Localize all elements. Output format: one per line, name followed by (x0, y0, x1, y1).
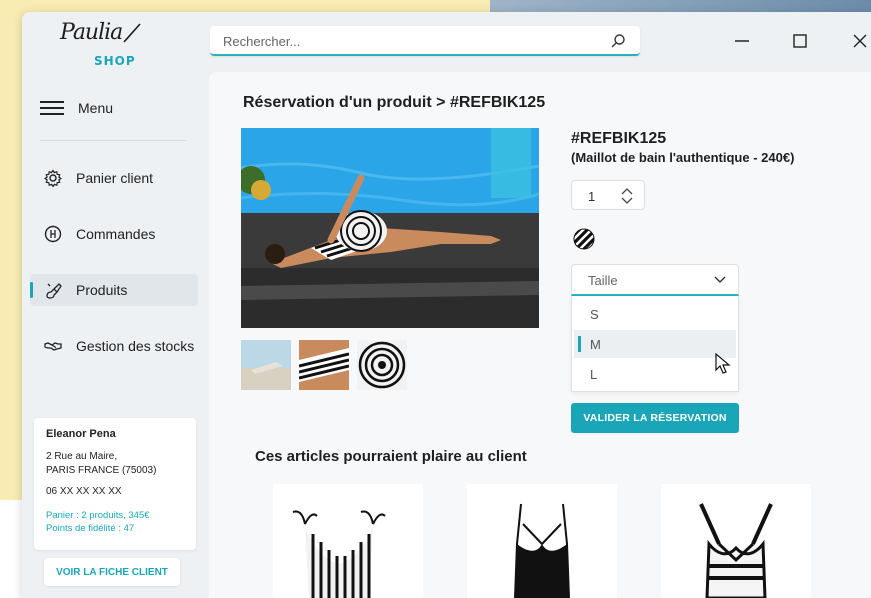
sidebar-item-label: Panier client (76, 170, 154, 186)
product-description: (Maillot de bain l'authentique - 240€) (571, 150, 795, 165)
sidebar-item-panier-client[interactable]: Panier client (30, 162, 198, 194)
product-ref-code: #REFBIK125 (571, 130, 667, 147)
suggestion-card-1[interactable] (273, 484, 423, 598)
menu-label: Menu (78, 100, 114, 116)
handshake-icon (44, 342, 62, 351)
client-address-line2: PARIS FRANCE (75003) (46, 465, 157, 476)
page-title: Réservation d'un produit > #REFBIK125 (243, 94, 546, 111)
suggestion-card-3[interactable] (661, 484, 811, 598)
thumbnail-3[interactable] (357, 340, 407, 390)
mouse-cursor-icon (715, 352, 731, 374)
sidebar-item-label: Produits (76, 282, 128, 298)
minimize-icon (735, 40, 749, 42)
close-button[interactable] (846, 28, 871, 54)
size-option-label: L (590, 366, 598, 382)
active-indicator (30, 282, 33, 298)
size-option-s[interactable]: S (574, 300, 736, 328)
client-phone: 06 XX XX XX XX (46, 486, 122, 497)
product-main-image[interactable] (241, 128, 539, 328)
client-address-line1: 2 Rue au Maire, (46, 451, 118, 462)
thumbnail-2[interactable] (299, 340, 349, 390)
maximize-icon (793, 34, 807, 48)
size-option-label: S (590, 306, 599, 322)
thumbnail-1[interactable] (241, 340, 291, 390)
menu-toggle[interactable]: Menu (40, 98, 113, 118)
logo-swoosh (123, 23, 141, 43)
logo-shop-text: SHOP (94, 54, 136, 68)
view-client-button[interactable]: VOIR LA FICHE CLIENT (44, 558, 180, 586)
color-swatch[interactable] (573, 228, 595, 250)
coin-icon (44, 225, 62, 243)
sidebar-item-label: Gestion des stocks (76, 338, 195, 354)
maximize-button[interactable] (786, 28, 814, 54)
thumbnail-strip (241, 340, 407, 390)
client-cart-summary: Panier : 2 produits, 345€ (46, 510, 150, 521)
close-icon (853, 34, 867, 48)
app-window: Paulia SHOP Menu (22, 12, 871, 598)
suggestion-card-2[interactable] (467, 484, 617, 598)
logo-script-text: Paulia (60, 20, 123, 45)
quantity-stepper[interactable]: 1 (571, 180, 645, 210)
title-bar: Paulia SHOP (22, 12, 871, 72)
paintbrush-icon (46, 283, 62, 299)
validate-reservation-button[interactable]: VALIDER LA RÉSERVATION (571, 403, 739, 433)
chevron-down-icon (714, 276, 726, 283)
sidebar-item-commandes[interactable]: Commandes (30, 218, 198, 250)
minimize-button[interactable] (728, 28, 756, 54)
main-content: Réservation d'un produit > #REFBIK125 #R… (209, 72, 871, 598)
selection-indicator (578, 336, 581, 352)
size-option-l[interactable]: L (574, 360, 736, 388)
size-option-label: M (590, 336, 601, 352)
suggestions-title: Ces articles pourraient plaire au client (255, 448, 527, 465)
sidebar-item-produits[interactable]: Produits (30, 274, 198, 306)
client-card: Eleanor Pena 2 Rue au Maire, PARIS FRANC… (34, 418, 196, 550)
hamburger-icon (40, 100, 64, 116)
sidebar-divider (40, 140, 186, 141)
client-loyalty-points: Points de fidélité : 47 (46, 523, 135, 534)
client-name: Eleanor Pena (46, 428, 116, 440)
size-placeholder: Taille (588, 273, 618, 288)
search-icon[interactable] (610, 33, 626, 49)
app-logo: Paulia SHOP (60, 20, 150, 70)
size-dropdown[interactable]: Taille (571, 264, 739, 296)
sidebar: Menu Panier client Commandes Produits Ge… (22, 72, 207, 598)
size-option-m[interactable]: M (574, 330, 736, 358)
sidebar-item-label: Commandes (76, 226, 156, 242)
search-input[interactable] (223, 32, 583, 50)
sidebar-item-gestion-stocks[interactable]: Gestion des stocks (30, 330, 198, 362)
gear-icon (44, 169, 62, 187)
quantity-value: 1 (588, 189, 596, 204)
size-options-list: S M L (571, 296, 739, 392)
search-bar[interactable] (210, 26, 640, 56)
stepper-arrows-icon[interactable] (620, 186, 634, 206)
